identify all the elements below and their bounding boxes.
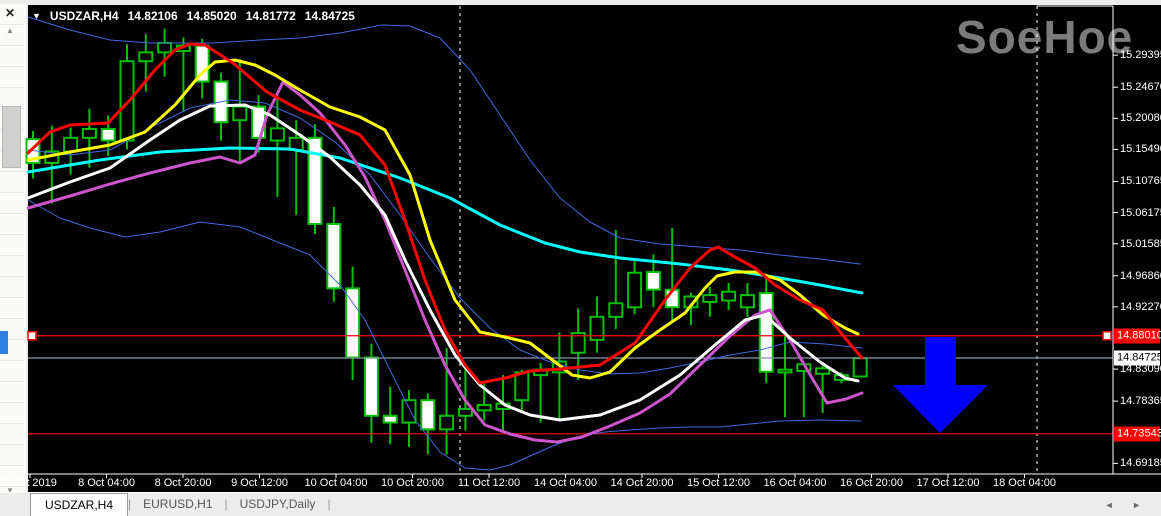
candles-layer (25, 28, 868, 455)
tab-separator: | (327, 497, 331, 511)
bull-candle-body (476, 403, 492, 412)
bull-candle-body (589, 315, 605, 341)
bid-price-badge: 14.84725 (1114, 350, 1161, 366)
bear-candle-body (363, 356, 379, 417)
bull-candle-body (81, 128, 97, 139)
x-axis-label: 8 Oct 20:00 (154, 477, 212, 489)
y-axis-label: 15.15490 (1120, 143, 1161, 156)
resistance-price-badge: 14.88010 (1114, 328, 1161, 344)
bull-candle-body (457, 408, 473, 417)
x-axis-label: 10 Oct 04:00 (304, 477, 368, 489)
support-price-badge: 14.73543 (1114, 426, 1161, 442)
tab-eurusd-h1[interactable]: EURUSD,H1 (131, 494, 224, 515)
bull-candle-body (815, 367, 831, 375)
bull-candle-body (63, 136, 79, 153)
x-axis-label: 10 Oct 20:00 (381, 477, 444, 489)
x-axis-label: 9 Oct 12:00 (231, 477, 288, 489)
y-axis-label: 15.06175 (1120, 206, 1161, 219)
tab-scroll-arrows-icon[interactable]: ◄ ► (1105, 500, 1149, 510)
bull-candle-body (721, 290, 737, 302)
mt4-window: { "window": { "title_bar": { "dropdown_i… (0, 0, 1161, 516)
tab-usdjpy-daily[interactable]: USDJPY,Daily (228, 494, 328, 515)
sell-arrow-object[interactable] (893, 337, 988, 433)
close-value: 14.84725 (304, 9, 355, 23)
high-value: 14.85020 (186, 9, 237, 23)
chart-tab-bar: USDZAR,H4 | EURUSD,H1 | USDJPY,Daily | (0, 493, 1161, 516)
x-axis-label: 14 Oct 04:00 (534, 477, 597, 489)
bear-candle-body (758, 292, 774, 373)
bull-candle-body (852, 357, 868, 378)
x-axis-label: 16 Oct 20:00 (840, 477, 903, 489)
bull-candle-body (777, 368, 793, 374)
y-axis-label: 15.20080 (1120, 112, 1161, 125)
bull-candle-body (739, 294, 755, 309)
bull-candle-body (138, 51, 154, 63)
symbol-period-label: USDZAR,H4 (49, 9, 119, 23)
line-selection-handle[interactable] (27, 330, 37, 341)
x-axis-label: 18 Oct 04:00 (993, 477, 1056, 489)
bull-candle-body (439, 414, 455, 431)
bear-candle-body (645, 271, 661, 291)
bull-candle-body (157, 41, 173, 54)
bull-candle-body (514, 371, 530, 402)
x-axis-label: 7 Oct 2019 (3, 477, 57, 489)
bear-candle-body (420, 399, 436, 431)
x-axis-label: 17 Oct 12:00 (916, 477, 980, 489)
chart-ohlc-header: ▼ USDZAR,H4 14.82106 14.85020 14.81772 1… (32, 9, 355, 23)
bull-candle-body (269, 127, 285, 142)
y-axis-label: 14.69185 (1120, 457, 1161, 470)
ma-violet-line (26, 80, 864, 444)
y-axis-label: 14.78365 (1120, 395, 1161, 408)
tab-usdzar-h4[interactable]: USDZAR,H4 (30, 493, 129, 516)
y-axis-label: 15.10765 (1120, 175, 1161, 188)
bull-candle-body (702, 294, 718, 303)
x-axis-label: 8 Oct 04:00 (78, 477, 135, 489)
bull-candle-body (608, 302, 624, 318)
low-value: 14.81772 (245, 9, 296, 23)
y-axis-label: 15.01585 (1120, 237, 1161, 250)
bull-candle-body (119, 60, 135, 142)
y-axis-label: 14.92270 (1120, 300, 1161, 313)
x-axis-label: 14 Oct 20:00 (610, 477, 674, 489)
bull-candle-body (401, 399, 417, 424)
chart-canvas (25, 5, 1161, 478)
bear-candle-body (100, 128, 116, 142)
bull-candle-body (627, 271, 643, 309)
bear-candle-body (345, 287, 361, 359)
x-axis-label: 15 Oct 12:00 (687, 477, 750, 489)
bear-candle-body (382, 414, 398, 424)
symbol-dropdown-icon: ▼ (32, 11, 41, 21)
x-axis-label: 11 Oct 12:00 (457, 477, 521, 489)
y-axis-label: 14.96860 (1120, 269, 1161, 282)
bull-candle-body (232, 105, 248, 122)
line-selection-handle[interactable] (1102, 330, 1112, 341)
y-axis-label: 15.29395 (1120, 49, 1161, 62)
y-axis-label: 15.24670 (1120, 81, 1161, 94)
open-value: 14.82106 (127, 9, 178, 23)
x-axis-label: 16 Oct 04:00 (763, 477, 827, 489)
